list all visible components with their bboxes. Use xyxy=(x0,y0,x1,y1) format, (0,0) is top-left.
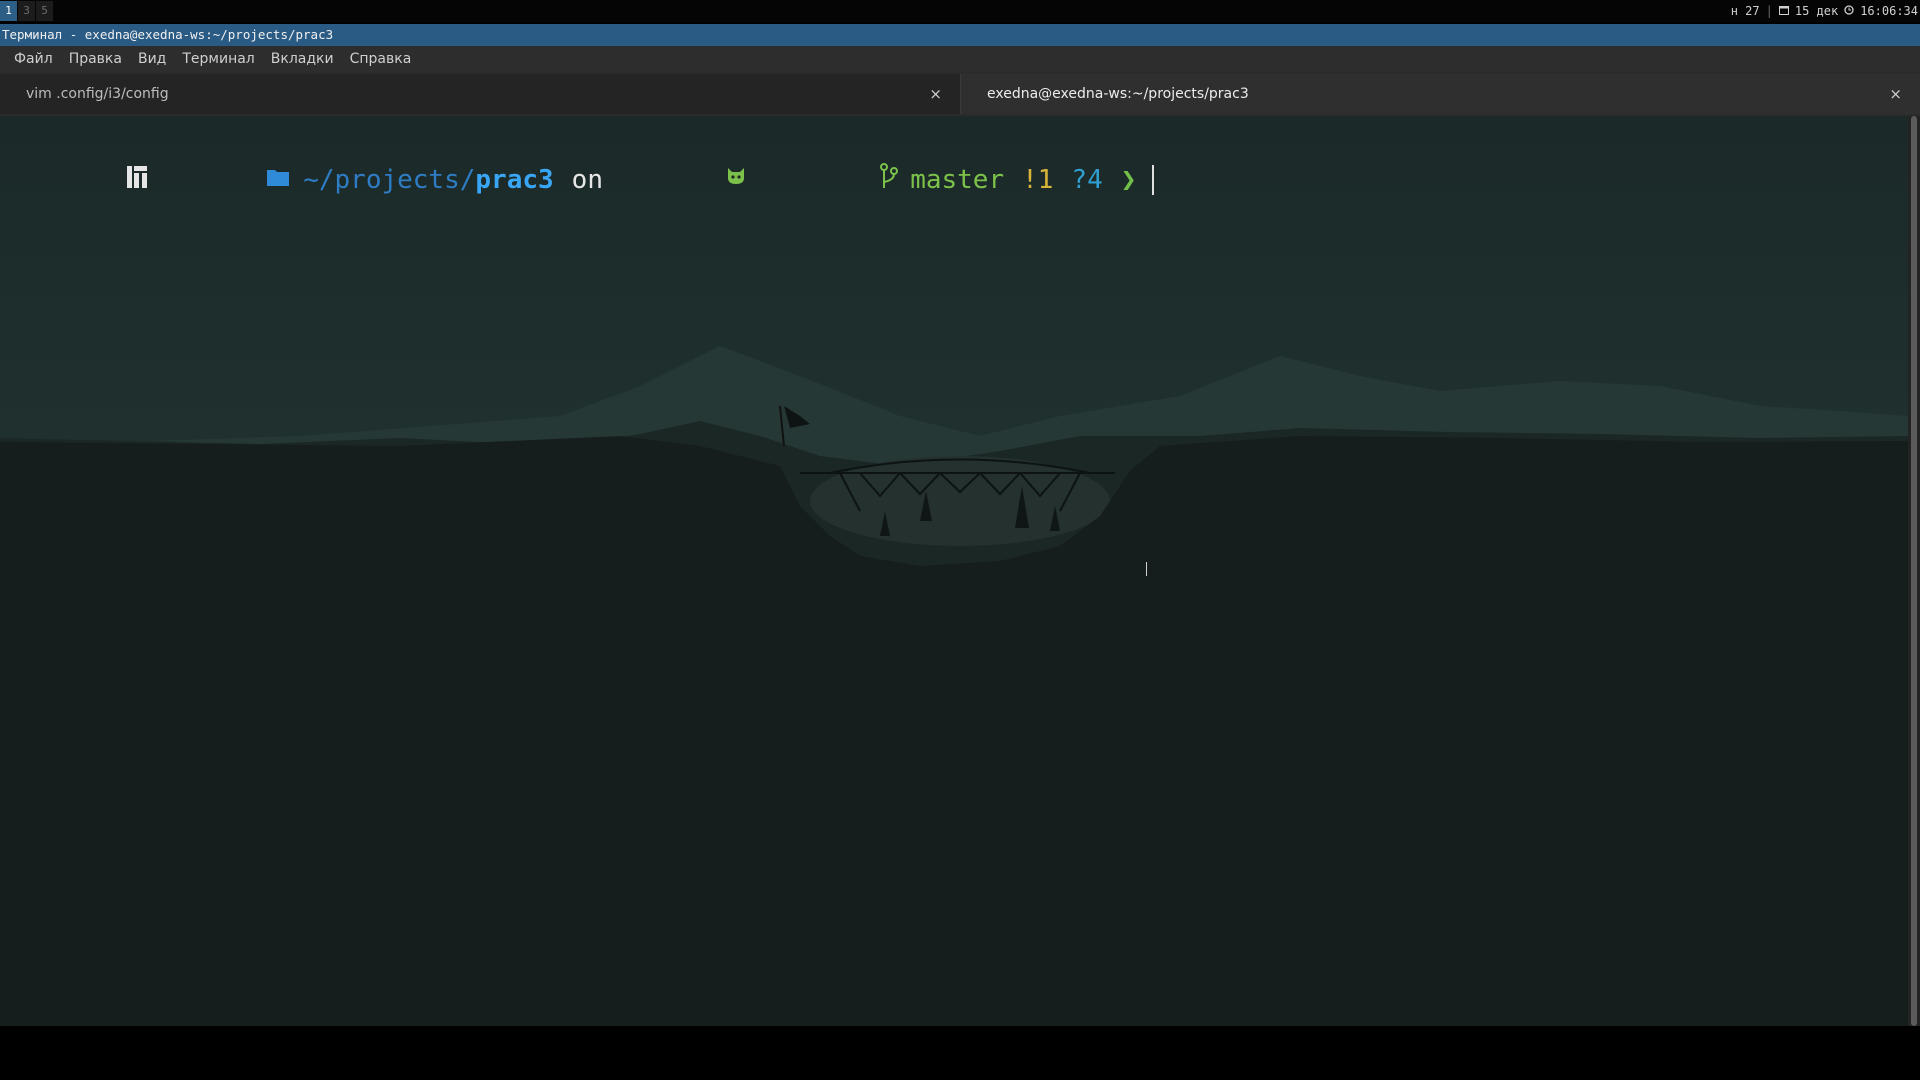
wallpaper-image xyxy=(0,346,1908,1026)
on-label: on xyxy=(571,165,603,195)
workspace-3-button[interactable]: 3 xyxy=(18,1,35,21)
tab-label: exedna@exedna-ws:~/projects/prac3 xyxy=(987,86,1249,102)
separator: | xyxy=(1765,4,1773,18)
workspace-5-button[interactable]: 5 xyxy=(36,1,53,21)
git-untracked-count: ?4 xyxy=(1071,165,1103,195)
menu-view[interactable]: Вид xyxy=(130,46,174,72)
tab-vim-config[interactable]: vim .config/i3/config × xyxy=(0,74,960,114)
tab-bar: vim .config/i3/config × exedna@exedna-ws… xyxy=(0,74,1920,114)
menu-edit[interactable]: Правка xyxy=(61,46,130,72)
terminal-window: Файл Правка Вид Терминал Вкладки Справка… xyxy=(0,46,1920,1026)
git-branch-name: master xyxy=(910,165,1005,195)
prompt-arrow: ❯ xyxy=(1120,165,1137,195)
tab-label: vim .config/i3/config xyxy=(26,86,169,102)
close-icon[interactable]: × xyxy=(1889,74,1902,114)
calendar-icon xyxy=(1778,0,1789,22)
path-prefix: ~/projects/ xyxy=(303,165,476,195)
shell-prompt: ~/projects/prac3 on master !1 ?4 ❯ xyxy=(2,163,1155,196)
git-modified-count: !1 xyxy=(1022,165,1054,195)
date-text: 15 дек xyxy=(1794,4,1839,18)
folder-icon xyxy=(161,132,290,228)
manjaro-icon xyxy=(2,132,148,228)
menu-tabs[interactable]: Вкладки xyxy=(263,46,342,72)
tab-prac3[interactable]: exedna@exedna-ws:~/projects/prac3 × xyxy=(960,74,1920,114)
git-branch-icon xyxy=(755,131,899,229)
mouse-ibeam-cursor xyxy=(1146,562,1147,576)
week-number: н 27 xyxy=(1730,4,1760,18)
menu-help[interactable]: Справка xyxy=(342,46,420,72)
scrollbar-thumb[interactable] xyxy=(1911,116,1917,1026)
vertical-scrollbar[interactable] xyxy=(1908,116,1920,1026)
menu-terminal[interactable]: Терминал xyxy=(174,46,262,72)
menu-file[interactable]: Файл xyxy=(6,46,61,72)
window-title-bar[interactable]: Терминал - exedna@exedna-ws:~/projects/p… xyxy=(0,24,1920,46)
clock-icon xyxy=(1844,0,1854,22)
i3-status-bar: 1 3 5 н 27 | 15 дек 16:06:34 xyxy=(0,0,1920,22)
status-area: н 27 | 15 дек 16:06:34 xyxy=(1731,0,1918,22)
github-icon xyxy=(619,132,747,228)
path-current-dir: prac3 xyxy=(475,165,554,195)
close-icon[interactable]: × xyxy=(929,74,942,114)
menu-bar: Файл Правка Вид Терминал Вкладки Справка xyxy=(0,46,1920,72)
text-cursor xyxy=(1152,165,1155,195)
desktop-background xyxy=(0,1026,1920,1080)
terminal-content[interactable]: ~/projects/prac3 on master !1 ?4 ❯ xyxy=(0,116,1908,1026)
time-text: 16:06:34 xyxy=(1860,4,1918,18)
workspace-1-button[interactable]: 1 xyxy=(0,1,17,21)
